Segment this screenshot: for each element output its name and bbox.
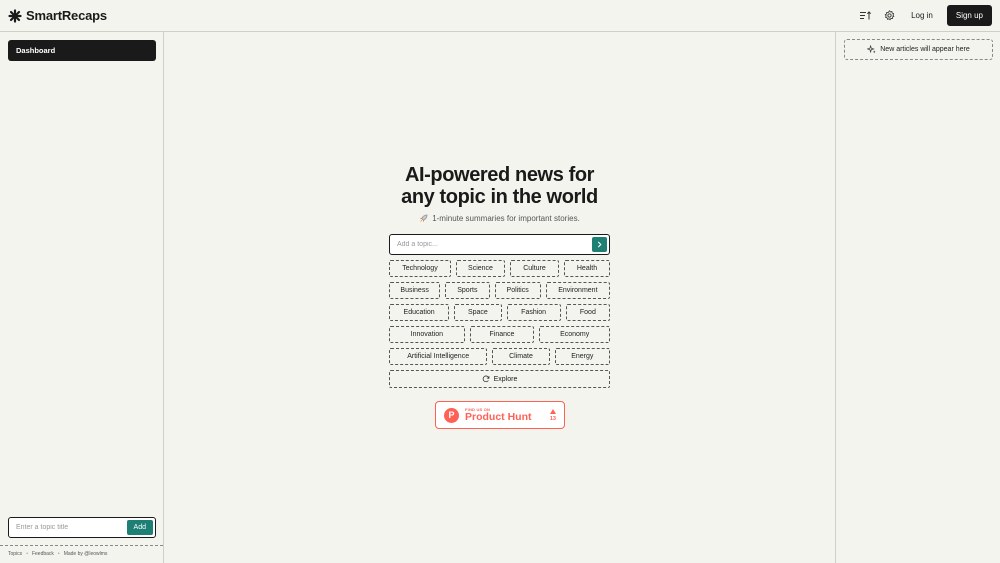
footer-separator: • [57,551,60,557]
explore-button[interactable]: Explore [389,370,610,388]
brand[interactable]: SmartRecaps [8,8,107,23]
hero-title-line1: AI-powered news for [404,164,595,186]
brand-name: SmartRecaps [26,8,107,23]
topic-chip[interactable]: Culture [510,260,559,277]
product-hunt-badge[interactable]: P FIND US ON Product Hunt 13 [435,401,565,429]
sidebar-item-dashboard[interactable]: Dashboard [8,40,156,61]
topic-add-form: Add [8,517,156,538]
right-sidebar: New articles will appear here [835,32,1000,563]
top-header: SmartRecaps Log in Sign up [0,0,1000,32]
hero-title: AI-powered news for any topic in the wor… [164,164,835,208]
topic-chip[interactable]: Artificial Intelligence [389,348,488,365]
topic-chip[interactable]: Fashion [506,304,561,321]
hero-subtitle-text: 1-minute summaries for important stories… [432,214,580,223]
product-hunt-text: FIND US ON Product Hunt [465,407,544,423]
topic-chip[interactable]: Climate [492,348,550,365]
footer-link-topics[interactable]: Topics [8,551,22,557]
sparkle-icon [867,45,876,54]
topic-chip[interactable]: Politics [494,282,541,299]
topic-chip[interactable]: Finance [469,326,535,343]
submit-topic-button[interactable] [592,237,607,252]
hero-subtitle: 1-minute summaries for important stories… [164,214,835,223]
chip-row: Artificial Intelligence Climate Energy [389,348,610,365]
asterisk-logo-icon [8,8,22,23]
chip-row: Technology Science Culture Health [389,260,610,277]
footer-link-made-by[interactable]: Made by @leowlms [64,551,108,557]
new-articles-placeholder: New articles will appear here [844,39,993,60]
topic-search-box [389,234,610,255]
topic-chip[interactable]: Science [456,260,505,277]
topic-title-input[interactable] [11,524,127,531]
topic-chips: Technology Science Culture Health Busine… [389,260,611,388]
login-link[interactable]: Log in [905,7,939,24]
rocket-icon [420,214,428,223]
topic-chip[interactable]: Technology [389,260,451,277]
new-articles-label: New articles will appear here [880,46,970,53]
topic-chip[interactable]: Economy [539,326,611,343]
chip-row: Business Sports Politics Environment [389,282,610,299]
topic-chip[interactable]: Food [565,304,610,321]
footer-links: Topics • Feedback • Made by @leowlms [8,551,107,557]
topic-chip[interactable]: Energy [554,348,610,365]
chevron-right-icon [597,241,602,248]
sort-icon[interactable] [857,8,873,24]
topic-chip[interactable]: Space [454,304,502,321]
chip-row: Innovation Finance Economy [389,326,611,343]
footer-separator: • [26,551,28,557]
add-topic-button[interactable]: Add [126,520,153,535]
product-hunt-votes: 13 [549,408,556,422]
left-sidebar: Dashboard Add Topics • Feedback • Made b… [0,32,164,563]
hero: AI-powered news for any topic in the wor… [164,164,835,223]
topic-chip[interactable]: Health [564,260,610,277]
product-hunt-vote-count: 13 [549,415,556,422]
hero-title-line2: any topic in the world [401,186,598,208]
explore-label: Explore [493,375,518,383]
topic-chip[interactable]: Business [389,282,441,299]
refresh-icon [482,375,490,383]
topic-chip[interactable]: Environment [545,282,610,299]
main-content: AI-powered news for any topic in the wor… [164,32,835,563]
header-actions: Log in Sign up [857,5,992,26]
chip-row: Education Space Fashion Food [389,304,610,321]
gear-icon[interactable] [881,8,897,24]
topic-search-input[interactable] [392,241,592,248]
signup-button[interactable]: Sign up [946,5,992,26]
topic-chip[interactable]: Sports [445,282,490,299]
product-hunt-logo-icon: P [444,407,459,423]
topic-chip[interactable]: Education [389,304,450,321]
product-hunt-name: Product Hunt [465,411,532,423]
footer-link-feedback[interactable]: Feedback [32,551,54,557]
upvote-arrow-icon [549,408,556,414]
topic-chip[interactable]: Innovation [389,326,465,343]
footer-divider [0,545,163,546]
